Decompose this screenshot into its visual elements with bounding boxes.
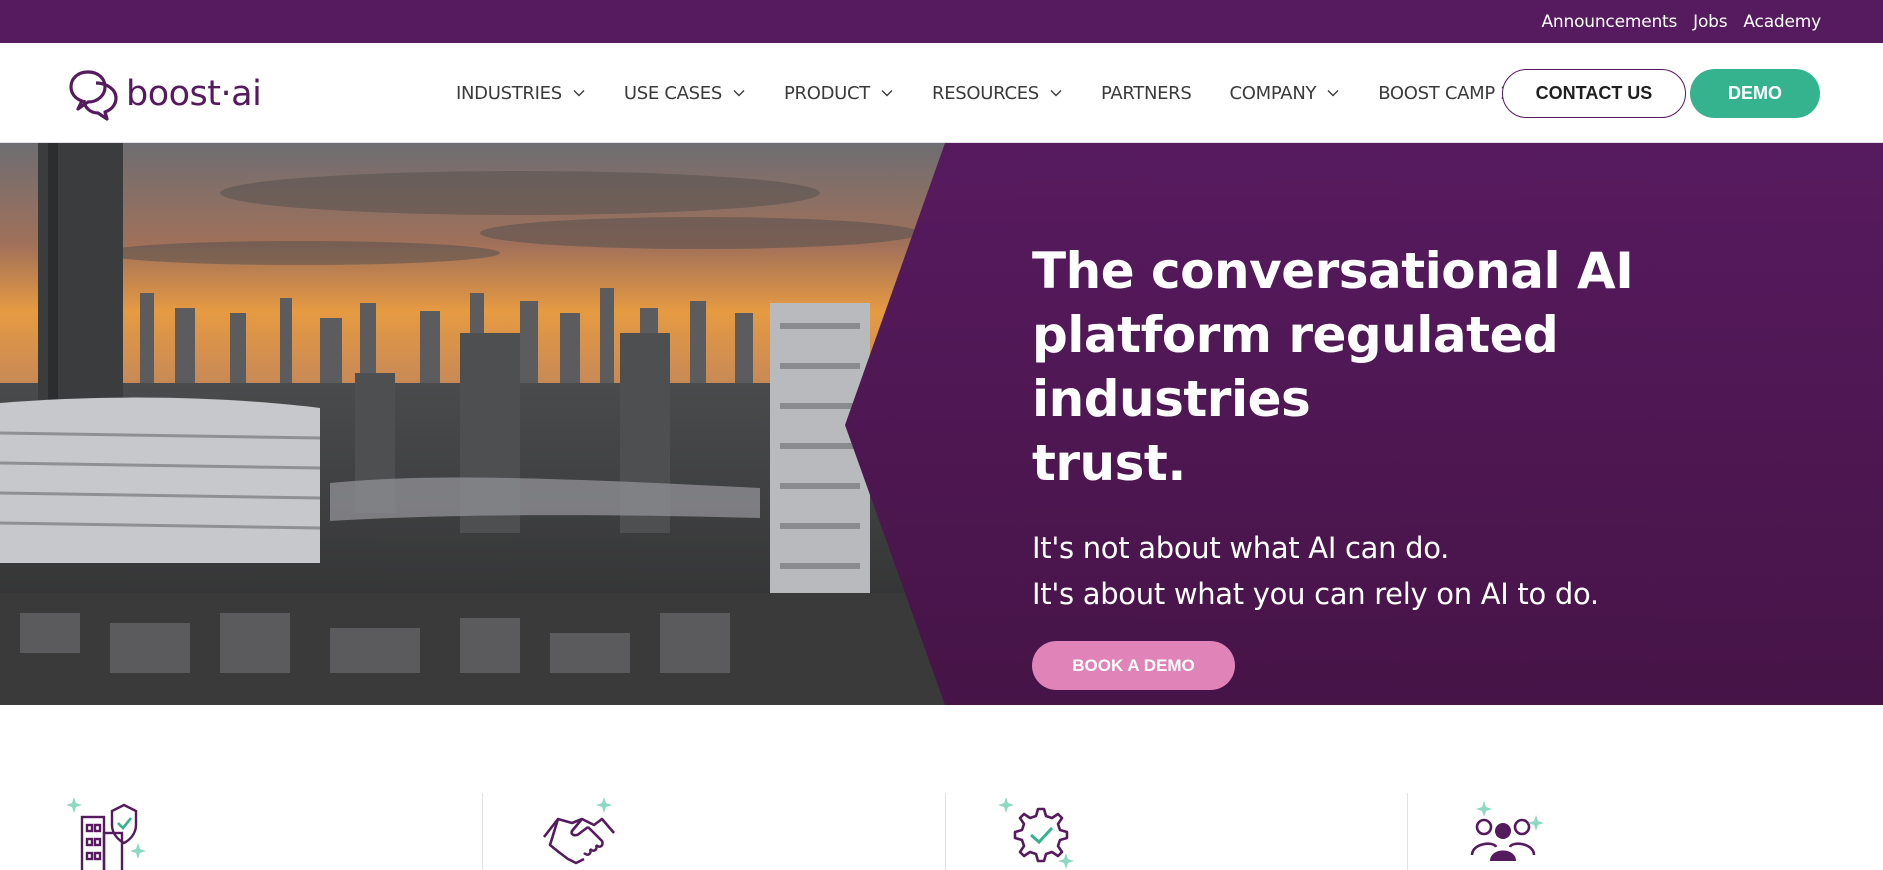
- logo-text: boost·ai: [126, 74, 262, 114]
- hero-title-line: platform regulated industries: [1032, 306, 1559, 428]
- hero-title-line: trust.: [1032, 434, 1186, 492]
- speech-bubbles-icon: [69, 70, 118, 121]
- primary-nav: INDUSTRIES USE CASES PRODUCT RESOURCES P…: [456, 43, 1583, 143]
- nav-company[interactable]: COMPANY: [1230, 83, 1341, 104]
- academy-link[interactable]: Academy: [1743, 12, 1821, 32]
- nav-use-cases-label: USE CASES: [623, 82, 722, 104]
- nav-use-cases[interactable]: USE CASES: [624, 83, 746, 104]
- nav-resources[interactable]: RESOURCES: [932, 83, 1063, 104]
- nav-industries[interactable]: INDUSTRIES: [456, 83, 586, 104]
- feature-divider: [1407, 793, 1408, 870]
- nav-partners-label: PARTNERS: [1100, 82, 1192, 104]
- chevron-down-icon: [733, 90, 745, 97]
- building-shield-icon: [66, 797, 146, 870]
- utility-links: Announcements Jobs Academy: [1542, 0, 1822, 43]
- jobs-link[interactable]: Jobs: [1693, 12, 1727, 32]
- demo-button[interactable]: DEMO: [1690, 69, 1820, 118]
- nav-product[interactable]: PRODUCT: [784, 83, 894, 104]
- hero-subtitle-line: It's not about what AI can do.: [1032, 531, 1450, 565]
- nav-partners[interactable]: PARTNERS: [1101, 83, 1192, 104]
- announcements-link[interactable]: Announcements: [1542, 12, 1678, 32]
- boost-ai-logo[interactable]: boost·ai: [68, 67, 262, 121]
- hero-title: The conversational AI platform regulated…: [1032, 239, 1832, 495]
- gear-check-icon: [998, 797, 1074, 869]
- chevron-down-icon: [881, 90, 893, 97]
- team-icon: [1470, 801, 1544, 861]
- feature-divider: [945, 793, 946, 870]
- main-header: boost·ai INDUSTRIES USE CASES PRODUCT RE…: [0, 43, 1883, 143]
- nav-resources-label: RESOURCES: [932, 82, 1039, 104]
- nav-product-label: PRODUCT: [783, 82, 870, 104]
- feature-divider: [482, 793, 483, 870]
- book-a-demo-button[interactable]: BOOK A DEMO: [1032, 641, 1235, 690]
- top-utility-bar: Announcements Jobs Academy: [0, 0, 1883, 43]
- hero-section: The conversational AI platform regulated…: [0, 143, 1883, 705]
- hero-content: The conversational AI platform regulated…: [1032, 239, 1832, 690]
- chevron-down-icon: [1050, 90, 1062, 97]
- features-strip: [0, 705, 1883, 870]
- nav-company-label: COMPANY: [1229, 82, 1317, 104]
- handshake-icon: [542, 797, 615, 865]
- nav-industries-label: INDUSTRIES: [456, 82, 562, 104]
- hero-title-line: The conversational AI: [1032, 242, 1634, 300]
- contact-us-button[interactable]: CONTACT US: [1502, 69, 1686, 118]
- chevron-down-icon: [1327, 90, 1339, 97]
- hero-subtitle: It's not about what AI can do. It's abou…: [1032, 525, 1832, 617]
- hero-subtitle-line: It's about what you can rely on AI to do…: [1032, 577, 1599, 611]
- chevron-down-icon: [573, 90, 585, 97]
